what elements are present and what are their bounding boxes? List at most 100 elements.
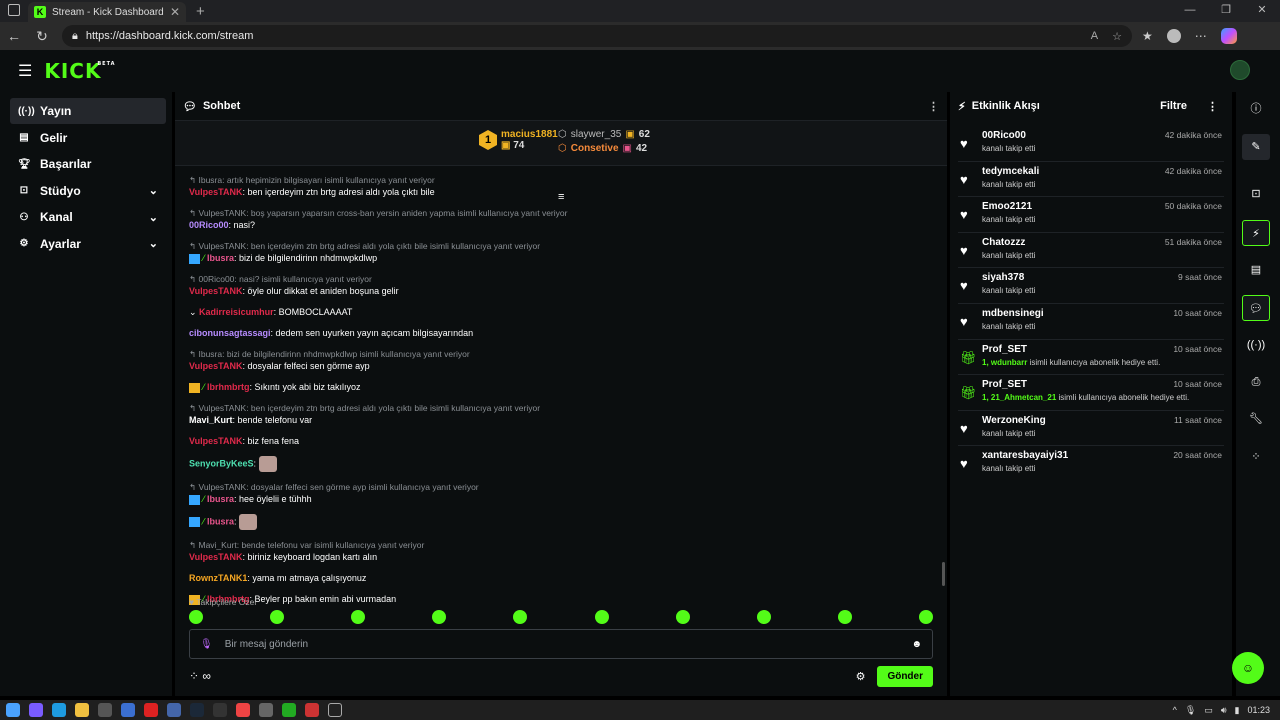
volume-icon[interactable]: 🔊︎ <box>1221 705 1227 716</box>
chat-username[interactable]: RownzTANK1 <box>189 573 247 583</box>
chat-scrollbar[interactable] <box>942 562 945 586</box>
windows-start-icon[interactable] <box>6 703 20 717</box>
emote-button[interactable] <box>432 610 447 624</box>
activity-item[interactable]: ♥ WerzoneKing 11 saat önce kanalı takip … <box>958 411 1224 447</box>
emote-button[interactable] <box>918 610 933 624</box>
chat-username[interactable]: Ibusra <box>207 253 234 263</box>
emote-button[interactable] <box>675 610 690 624</box>
emote-button[interactable] <box>189 610 203 624</box>
chat-username[interactable]: cibonunsagtassagi <box>189 328 271 338</box>
new-tab-icon[interactable]: + <box>196 3 205 20</box>
steam-icon[interactable] <box>190 703 204 717</box>
back-icon[interactable]: ← <box>0 28 28 44</box>
app-icon[interactable] <box>305 703 319 717</box>
sidebar-item-kanal[interactable]: ⚇ Kanal ⌄ <box>10 204 166 230</box>
second-name[interactable]: slaywer_35 <box>571 129 622 140</box>
chat-username[interactable]: VulpesTANK <box>189 361 243 371</box>
activity-item[interactable]: 🎁︎ Prof_SET 10 saat önce 1, 21_Ahmetcan_… <box>958 375 1224 411</box>
filter-button[interactable]: Filtre <box>1160 100 1187 112</box>
chevron-up-icon[interactable]: ^ <box>1173 705 1177 715</box>
chrome-icon[interactable] <box>236 703 250 717</box>
emote-button[interactable] <box>270 610 285 624</box>
chat-message-input[interactable]: 🎙︎ Bir mesaj gönderin ☻ <box>189 629 933 659</box>
app-icon[interactable] <box>282 703 296 717</box>
chat-username[interactable]: SenyorByKeeS <box>189 458 254 468</box>
info-icon[interactable]: ⓘ <box>1242 96 1270 122</box>
sidebar-item-gelir[interactable]: ▤ Gelir <box>10 125 166 151</box>
broadcast-icon[interactable]: ((·)) <box>1242 332 1270 358</box>
chat-username[interactable]: Mavi_Kurt <box>189 415 233 425</box>
send-button[interactable]: Gönder <box>877 665 933 687</box>
maximize-icon[interactable]: ❐ <box>1208 0 1244 20</box>
sidebar-toggle-icon[interactable] <box>8 4 20 16</box>
sidebar-item-ayarlar[interactable]: ⚙ Ayarlar ⌄ <box>10 231 166 257</box>
chat-icon[interactable]: 💬︎ <box>1242 295 1270 321</box>
kick-logo[interactable]: KICK BETA <box>44 59 114 83</box>
read-aloud-icon[interactable]: A <box>1091 30 1098 43</box>
chat-username[interactable]: VulpesTANK <box>189 187 243 197</box>
minimize-icon[interactable]: — <box>1172 0 1208 20</box>
hamburger-menu-icon[interactable]: ☰ <box>18 61 32 81</box>
emote-button[interactable] <box>756 610 771 624</box>
chat-username[interactable]: VulpesTANK <box>189 552 243 562</box>
sidebar-item-basarilar[interactable]: 🏆︎ Başarılar <box>10 151 166 177</box>
activity-item[interactable]: ♥ mdbensinegi 10 saat önce kanalı takip … <box>958 304 1224 340</box>
sidebar-item-studyo[interactable]: ⊡ Stüdyo ⌄ <box>10 178 166 204</box>
chat-username[interactable]: Ibusra <box>207 494 234 504</box>
close-window-icon[interactable]: ✕ <box>1244 0 1280 20</box>
chat-username[interactable]: lbrhmbrtg <box>207 382 250 392</box>
emote-button[interactable] <box>513 610 528 624</box>
help-chat-button[interactable]: ☺ <box>1232 652 1264 684</box>
activity-item[interactable]: ♥ Chatozzz 51 dakika önce kanalı takip e… <box>958 233 1224 269</box>
browser-tab[interactable]: K Stream - Kick Dashboard ✕ <box>28 2 186 22</box>
leaderboard-first[interactable]: 1 macius1881 ▣ 74 <box>479 129 558 151</box>
copilot-app-icon[interactable] <box>29 703 43 717</box>
lightning-icon[interactable]: ⚡︎ <box>1242 220 1270 246</box>
printer-icon[interactable]: ⎙ <box>1242 369 1270 395</box>
activity-item[interactable]: ♥ 00Rico00 42 dakika önce kanalı takip e… <box>958 126 1224 162</box>
emote-button[interactable] <box>594 610 609 624</box>
activity-item[interactable]: ♥ Emoo2121 50 dakika önce kanalı takip e… <box>958 197 1224 233</box>
edit-icon[interactable]: ✎ <box>1242 134 1270 160</box>
chat-username[interactable]: VulpesTANK <box>189 286 243 296</box>
apps-icon[interactable]: ⁘ <box>1242 444 1270 470</box>
user-avatar[interactable] <box>1230 60 1250 80</box>
points-icon[interactable]: ⁘ ∞ <box>189 669 211 683</box>
app-icon[interactable] <box>167 703 181 717</box>
chat-username[interactable]: Kadirreisicumhur <box>199 307 274 317</box>
battery-icon[interactable]: ▮ <box>1235 705 1240 716</box>
activity-item[interactable]: 🎁︎ Prof_SET 10 saat önce 1, wdunbarr isi… <box>958 340 1224 376</box>
chat-username[interactable]: Ibusra <box>207 516 234 526</box>
activity-options-icon[interactable]: ⋮ <box>1207 100 1218 113</box>
chat-options-icon[interactable]: ⋮ <box>928 100 939 113</box>
copilot-icon[interactable] <box>1220 28 1237 44</box>
obs-icon[interactable] <box>328 703 342 717</box>
mic-tray-icon[interactable]: 🎙︎ <box>1185 705 1196 716</box>
profile-icon[interactable] <box>1166 29 1181 43</box>
emote-button[interactable] <box>351 610 366 624</box>
opera-icon[interactable] <box>144 703 158 717</box>
more-options-icon[interactable]: ⋯ <box>1195 29 1207 43</box>
activity-item[interactable]: ♥ tedymcekali 42 dakika önce kanalı taki… <box>958 162 1224 198</box>
notes-icon[interactable]: ▤ <box>1242 257 1270 283</box>
url-field[interactable]: 🔒︎ https://dashboard.kick.com/stream A ☆ <box>62 25 1132 47</box>
chat-username[interactable]: VulpesTANK <box>189 436 243 446</box>
activity-item[interactable]: ♥ siyah378 9 saat önce kanalı takip etti <box>958 268 1224 304</box>
microphone-icon[interactable]: 🎙︎ <box>200 639 213 650</box>
favorites-icon[interactable]: ★ <box>1142 29 1153 43</box>
activity-item[interactable]: ♥ xantaresbayaiyi31 20 saat önce kanalı … <box>958 446 1224 482</box>
refresh-icon[interactable]: ↻ <box>28 28 56 45</box>
site-info-icon[interactable]: 🔒︎ <box>72 30 78 43</box>
network-icon[interactable]: ▭ <box>1204 705 1213 716</box>
chat-username[interactable]: 00Rico00 <box>189 220 229 230</box>
store-icon[interactable] <box>98 703 112 717</box>
app-icon[interactable] <box>121 703 135 717</box>
chat-settings-icon[interactable]: ⚙ <box>856 670 866 683</box>
camera-icon[interactable]: ⊡ <box>1242 181 1270 207</box>
wrench-icon[interactable]: 🔧︎ <box>1242 406 1270 432</box>
third-name[interactable]: Consetive <box>571 143 619 154</box>
close-tab-icon[interactable]: ✕ <box>170 5 180 19</box>
settings-app-icon[interactable] <box>259 703 273 717</box>
emote-button[interactable] <box>837 610 852 624</box>
chevron-down-icon[interactable]: ⌄ <box>189 307 199 317</box>
